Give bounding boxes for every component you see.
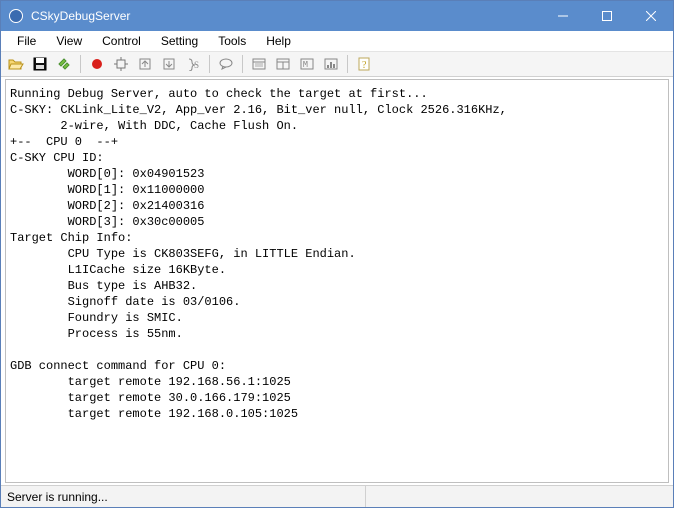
- svg-text:M: M: [303, 60, 308, 69]
- titlebar: CSkyDebugServer: [1, 1, 673, 31]
- memory-icon: M: [300, 57, 314, 71]
- chip-button[interactable]: [110, 54, 132, 74]
- menu-file[interactable]: File: [7, 32, 46, 50]
- toolbar: S M ?: [1, 51, 673, 77]
- menubar: File View Control Setting Tools Help: [1, 31, 673, 51]
- menu-control[interactable]: Control: [92, 32, 151, 50]
- close-button[interactable]: [629, 1, 673, 31]
- statusbar: Server is running...: [1, 485, 673, 507]
- memory-button[interactable]: M: [296, 54, 318, 74]
- maximize-icon: [602, 11, 612, 21]
- open-button[interactable]: [5, 54, 27, 74]
- svg-text:?: ?: [362, 60, 367, 71]
- menu-help[interactable]: Help: [256, 32, 301, 50]
- menu-setting[interactable]: Setting: [151, 32, 208, 50]
- script-icon: S: [186, 57, 200, 71]
- chat-button[interactable]: [215, 54, 237, 74]
- chat-icon: [219, 57, 233, 71]
- window2-icon: [276, 57, 290, 71]
- connect-button[interactable]: [53, 54, 75, 74]
- upload-button[interactable]: [134, 54, 156, 74]
- separator: [80, 55, 81, 73]
- save-button[interactable]: [29, 54, 51, 74]
- histogram-button[interactable]: [320, 54, 342, 74]
- record-button[interactable]: [86, 54, 108, 74]
- menu-view[interactable]: View: [46, 32, 92, 50]
- save-icon: [33, 57, 47, 71]
- record-icon: [90, 57, 104, 71]
- svg-text:S: S: [194, 60, 199, 70]
- script-button[interactable]: S: [182, 54, 204, 74]
- window1-button[interactable]: [248, 54, 270, 74]
- download-button[interactable]: [158, 54, 180, 74]
- window2-button[interactable]: [272, 54, 294, 74]
- close-icon: [646, 11, 656, 21]
- console-output[interactable]: Running Debug Server, auto to check the …: [5, 79, 669, 483]
- status-spacer: [366, 486, 673, 507]
- app-icon: [9, 9, 23, 23]
- minimize-icon: [558, 11, 568, 21]
- help-button[interactable]: ?: [353, 54, 375, 74]
- minimize-button[interactable]: [541, 1, 585, 31]
- separator: [242, 55, 243, 73]
- separator: [347, 55, 348, 73]
- chip-icon: [114, 57, 128, 71]
- histogram-icon: [324, 57, 338, 71]
- download-icon: [162, 57, 176, 71]
- menu-tools[interactable]: Tools: [208, 32, 256, 50]
- separator: [209, 55, 210, 73]
- status-text: Server is running...: [1, 486, 366, 507]
- upload-icon: [138, 57, 152, 71]
- window1-icon: [252, 57, 266, 71]
- maximize-button[interactable]: [585, 1, 629, 31]
- connect-icon: [57, 57, 71, 71]
- open-icon: [8, 57, 24, 71]
- help-icon: ?: [357, 57, 371, 71]
- window-title: CSkyDebugServer: [31, 9, 541, 23]
